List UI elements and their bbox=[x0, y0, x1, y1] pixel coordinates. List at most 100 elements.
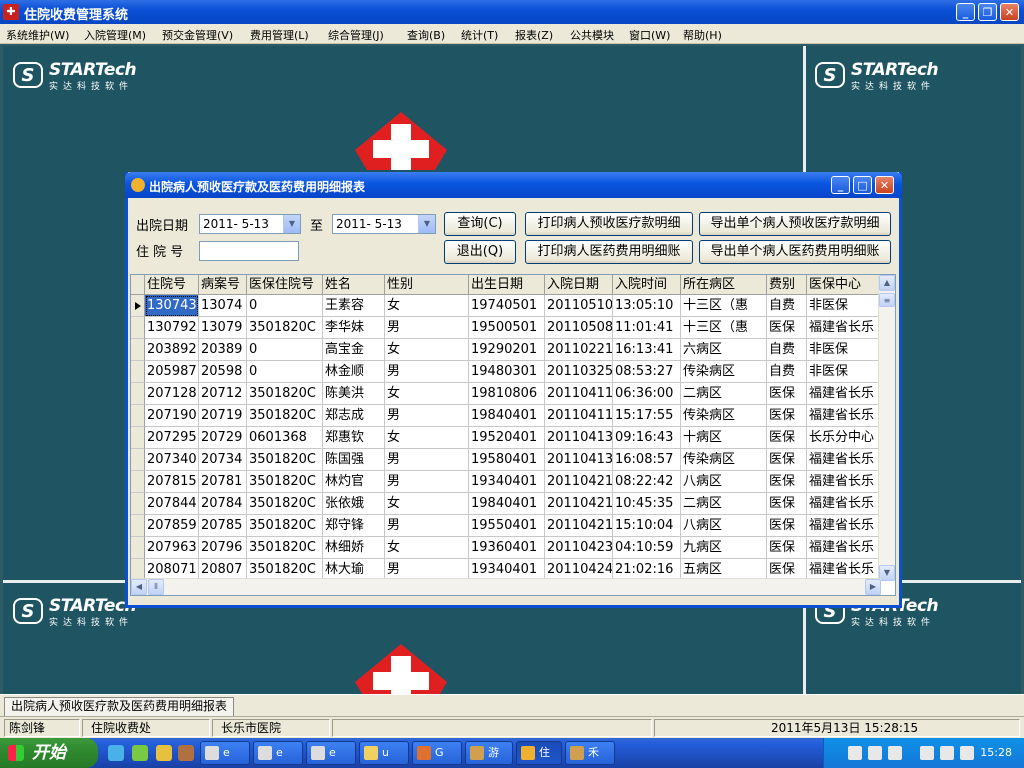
minimize-button[interactable]: _ bbox=[956, 3, 975, 21]
grid-cell[interactable]: 20110221 bbox=[545, 339, 613, 361]
grid-cell[interactable]: 林灼官 bbox=[323, 471, 385, 493]
grid-cell[interactable]: 0 bbox=[247, 295, 323, 317]
grid-cell[interactable]: 福建省长乐 bbox=[807, 405, 881, 427]
grid-cell[interactable]: 女 bbox=[385, 427, 469, 449]
exit-button[interactable]: 退出(Q) bbox=[444, 240, 516, 264]
grid-cell[interactable]: 207128 bbox=[145, 383, 199, 405]
grid-cell[interactable]: 207963 bbox=[145, 537, 199, 559]
grid-cell[interactable]: 男 bbox=[385, 317, 469, 339]
grid-cell[interactable]: 13074 bbox=[199, 295, 247, 317]
grid-cell[interactable]: 19550401 bbox=[469, 515, 545, 537]
scroll-left-icon[interactable]: ◀ bbox=[131, 579, 147, 595]
task-item[interactable]: 禾 bbox=[565, 741, 615, 765]
grid-cell[interactable]: 0 bbox=[247, 339, 323, 361]
row-selector[interactable] bbox=[131, 405, 145, 427]
grid-cell[interactable]: 207815 bbox=[145, 471, 199, 493]
grid-cell[interactable]: 20796 bbox=[199, 537, 247, 559]
grid-cell[interactable]: 李华妹 bbox=[323, 317, 385, 339]
grid-cell[interactable]: 医保 bbox=[767, 383, 807, 405]
grid-cell[interactable]: 11:01:41 bbox=[613, 317, 681, 339]
grid-cell[interactable]: 20110421 bbox=[545, 493, 613, 515]
query-button[interactable]: 查询(C) bbox=[444, 212, 516, 236]
grid-cell[interactable]: 20598 bbox=[199, 361, 247, 383]
restore-button[interactable]: ❐ bbox=[978, 3, 997, 21]
grid-cell[interactable]: 207859 bbox=[145, 515, 199, 537]
grid-cell[interactable]: 男 bbox=[385, 471, 469, 493]
grid-cell[interactable]: 医保 bbox=[767, 471, 807, 493]
grid-cell[interactable]: 传染病区 bbox=[681, 361, 767, 383]
grid-cell[interactable]: 郑守锋 bbox=[323, 515, 385, 537]
date-from-combo[interactable]: 2011- 5-13 ▼ bbox=[199, 214, 301, 234]
start-button[interactable]: 开始 bbox=[0, 738, 98, 768]
column-header[interactable]: 性别 bbox=[385, 275, 469, 295]
grid-cell[interactable]: 20719 bbox=[199, 405, 247, 427]
grid-cell[interactable]: 20110413 bbox=[545, 449, 613, 471]
grid-cell[interactable]: 203892 bbox=[145, 339, 199, 361]
grid-cell[interactable]: 3501820C bbox=[247, 405, 323, 427]
tray-app-icon[interactable] bbox=[960, 746, 974, 760]
inpatient-no-input[interactable] bbox=[199, 241, 299, 261]
column-header[interactable]: 入院时间 bbox=[613, 275, 681, 295]
grid-cell[interactable]: 08:53:27 bbox=[613, 361, 681, 383]
grid-cell[interactable]: 19840401 bbox=[469, 493, 545, 515]
grid-cell[interactable]: 非医保 bbox=[807, 361, 881, 383]
grid-cell[interactable]: 女 bbox=[385, 339, 469, 361]
grid-cell[interactable]: 16:08:57 bbox=[613, 449, 681, 471]
grid-cell[interactable]: 19810806 bbox=[469, 383, 545, 405]
grid-cell[interactable]: 女 bbox=[385, 537, 469, 559]
menu-reports[interactable]: 报表(Z) bbox=[515, 27, 553, 43]
help-icon[interactable] bbox=[868, 746, 882, 760]
column-header[interactable]: 住院号 bbox=[145, 275, 199, 295]
grid-cell[interactable]: 207295 bbox=[145, 427, 199, 449]
column-header[interactable]: 所在病区 bbox=[681, 275, 767, 295]
grid-cell[interactable]: 19340401 bbox=[469, 471, 545, 493]
desktop-icon[interactable] bbox=[156, 745, 172, 761]
grid-cell[interactable]: 19520401 bbox=[469, 427, 545, 449]
grid-cell[interactable]: 二病区 bbox=[681, 383, 767, 405]
grid-cell[interactable]: 八病区 bbox=[681, 471, 767, 493]
dialog-maximize-button[interactable]: □ bbox=[853, 176, 872, 194]
grid-cell[interactable]: 女 bbox=[385, 383, 469, 405]
grid-cell[interactable]: 九病区 bbox=[681, 537, 767, 559]
grid-cell[interactable]: 207340 bbox=[145, 449, 199, 471]
grid-cell[interactable]: 19500501 bbox=[469, 317, 545, 339]
network-icon[interactable] bbox=[888, 746, 902, 760]
grid-cell[interactable]: 林细娇 bbox=[323, 537, 385, 559]
grid-cell[interactable]: 19740501 bbox=[469, 295, 545, 317]
row-selector[interactable] bbox=[131, 427, 145, 449]
grid-cell[interactable]: 04:10:59 bbox=[613, 537, 681, 559]
column-header[interactable]: 姓名 bbox=[323, 275, 385, 295]
menu-help[interactable]: 帮助(H) bbox=[683, 27, 722, 43]
grid-cell[interactable]: 医保 bbox=[767, 493, 807, 515]
row-selector[interactable] bbox=[131, 383, 145, 405]
grid-cell[interactable]: 长乐分中心 bbox=[807, 427, 881, 449]
grid-cell[interactable]: 13:05:10 bbox=[613, 295, 681, 317]
grid-cell[interactable]: 医保 bbox=[767, 317, 807, 339]
grid-cell[interactable]: 男 bbox=[385, 449, 469, 471]
security-icon[interactable] bbox=[940, 746, 954, 760]
grid-cell[interactable]: 二病区 bbox=[681, 493, 767, 515]
quicklaunch-icon[interactable] bbox=[178, 745, 194, 761]
grid-cell[interactable]: 福建省长乐 bbox=[807, 515, 881, 537]
print-drug-button[interactable]: 打印病人医药费用明细账 bbox=[525, 240, 693, 264]
menu-fees[interactable]: 费用管理(L) bbox=[250, 27, 309, 43]
row-selector[interactable] bbox=[131, 493, 145, 515]
grid-cell[interactable]: 20389 bbox=[199, 339, 247, 361]
grid-cell[interactable]: 20110411 bbox=[545, 405, 613, 427]
grid-cell[interactable]: 20110423 bbox=[545, 537, 613, 559]
grid-cell[interactable]: 20110421 bbox=[545, 471, 613, 493]
grid-cell[interactable]: 自费 bbox=[767, 361, 807, 383]
export-prepay-button[interactable]: 导出单个病人预收医疗款明细 bbox=[699, 212, 891, 236]
grid-cell[interactable]: 3501820C bbox=[247, 515, 323, 537]
grid-cell[interactable]: 20729 bbox=[199, 427, 247, 449]
column-header[interactable]: 出生日期 bbox=[469, 275, 545, 295]
task-item[interactable]: G bbox=[412, 741, 462, 765]
column-header[interactable]: 病案号 bbox=[199, 275, 247, 295]
grid-cell[interactable]: 陈美洪 bbox=[323, 383, 385, 405]
grid-cell[interactable]: 207844 bbox=[145, 493, 199, 515]
grid-cell[interactable]: 非医保 bbox=[807, 295, 881, 317]
scroll-down-icon[interactable]: ▼ bbox=[879, 565, 895, 581]
menu-common[interactable]: 公共模块 bbox=[570, 27, 614, 43]
grid-cell[interactable]: 医保 bbox=[767, 449, 807, 471]
grid-cell[interactable]: 女 bbox=[385, 295, 469, 317]
